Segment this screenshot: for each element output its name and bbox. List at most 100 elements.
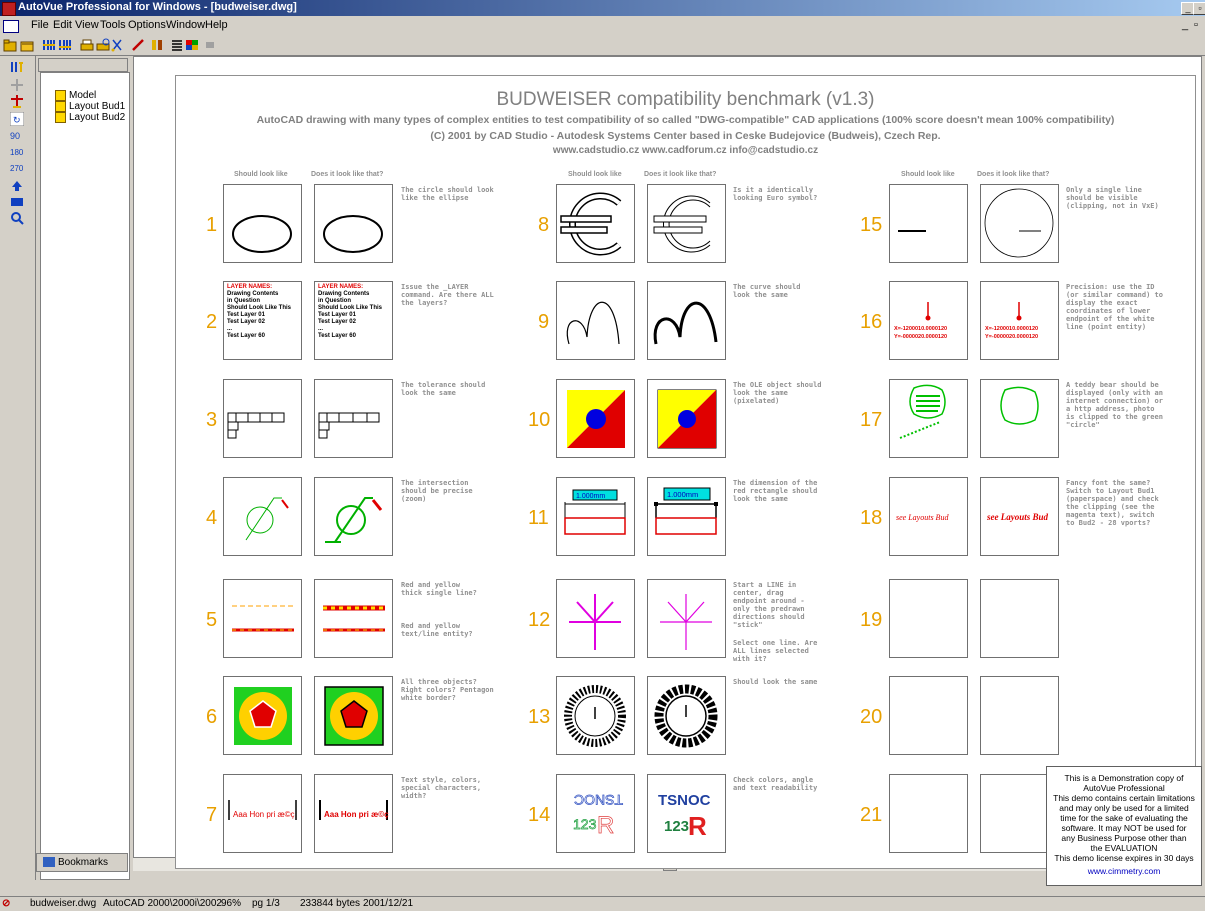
- status-file: budweiser.dwg: [30, 898, 97, 909]
- test-14-note: Check colors, angle and text readability: [733, 776, 818, 792]
- menu-window[interactable]: Window: [166, 19, 205, 31]
- demo-line: AutoVue Professional: [1083, 783, 1165, 793]
- menu-file[interactable]: File: [31, 19, 49, 31]
- tolerance-frame: [318, 412, 380, 439]
- menu-view[interactable]: View: [75, 19, 99, 31]
- coordinate-readout: X=-1200010.0000120 Y=-0000020.0000120: [894, 302, 947, 340]
- pan-disabled-icon[interactable]: [10, 78, 24, 92]
- demo-line: This demo contains certain limitations: [1053, 793, 1195, 803]
- gear-ring: [654, 684, 718, 748]
- svg-text:TSNOC: TSNOC: [574, 792, 623, 808]
- test-9-note: The curve should look the same: [733, 283, 801, 299]
- rotate-90-icon[interactable]: 90: [10, 128, 24, 142]
- radial-lines: [660, 594, 712, 650]
- zoom-icon[interactable]: [10, 211, 24, 225]
- status-format: AutoCAD 2000\2000i\2002: [103, 898, 222, 909]
- test-12-actual: [647, 579, 726, 658]
- test-3-expected: [223, 379, 302, 458]
- demo-link[interactable]: www.cimmetry.com: [1047, 866, 1201, 876]
- test-2-note: Issue the _LAYER command. Are there ALL …: [401, 283, 494, 307]
- test-15-expected: [889, 184, 968, 263]
- tree-item-label: Layout Bud2: [69, 112, 126, 124]
- new-file-icon[interactable]: [3, 38, 17, 52]
- demo-line: software. It may NOT be used for: [1061, 823, 1187, 833]
- markup-pen-icon[interactable]: [131, 38, 145, 52]
- compare-icon[interactable]: [42, 38, 56, 52]
- test-1-expected: [223, 184, 302, 263]
- rotate-180-icon[interactable]: 180: [10, 144, 24, 158]
- test-17-note: A teddy bear should be displayed (only w…: [1066, 381, 1163, 429]
- coordinate-readout: X=-1200010.0000120 Y=-0000020.0000120: [985, 302, 1038, 340]
- test-2-actual: LAYER NAMES: Drawing Contents in Question S…: [314, 281, 393, 360]
- test-5-actual: [314, 579, 393, 658]
- zoom-fit-icon[interactable]: [10, 60, 24, 74]
- bookmarks-tab[interactable]: Bookmarks: [36, 853, 128, 872]
- test-number: 21: [860, 804, 883, 826]
- tree-item-layout-bud1[interactable]: Layout Bud1: [55, 101, 125, 112]
- test-6-expected: [223, 676, 302, 755]
- col-header-should: Should look like: [901, 171, 955, 178]
- layout-icon: [55, 112, 66, 123]
- radial-lines: [569, 594, 621, 650]
- pentagon-figure: [324, 686, 384, 746]
- menu-options[interactable]: Options: [128, 19, 166, 31]
- print-preview-icon[interactable]: [96, 38, 110, 52]
- layers-icon[interactable]: [150, 38, 164, 52]
- test-15-note: Only a single line should be visible (cl…: [1066, 186, 1159, 210]
- fancy-font-text: see Layouts Bud: [896, 513, 949, 522]
- test-18-actual: see Layouts Bud: [980, 477, 1059, 556]
- zoom-window-icon[interactable]: [10, 195, 24, 209]
- test-number: 5: [206, 609, 218, 631]
- mdi-minimize-button[interactable]: _: [1182, 19, 1188, 31]
- document-icon[interactable]: [3, 20, 19, 33]
- clipped-circle: [984, 188, 1054, 258]
- test-7-actual: Aaa Hon pri æ©ç: [314, 774, 393, 853]
- mdi-restore-button[interactable]: ▫: [1194, 19, 1198, 31]
- tree-item-layout-bud2[interactable]: Layout Bud2: [55, 112, 125, 123]
- restore-button[interactable]: ▫: [1193, 2, 1205, 15]
- test-7-note: Text style, colors, special characters, …: [401, 776, 482, 800]
- overlay-icon[interactable]: [58, 38, 72, 52]
- test-12-expected: [556, 579, 635, 658]
- cut-icon[interactable]: [110, 38, 124, 52]
- svg-text:TSNOC: TSNOC: [658, 792, 711, 809]
- svg-text:180: 180: [10, 148, 24, 157]
- open-folder-icon[interactable]: [20, 38, 34, 52]
- test-5-expected: [223, 579, 302, 658]
- svg-text:R: R: [688, 811, 707, 841]
- test-14-expected: TSNOC 123 R: [556, 774, 635, 853]
- layout-icon: [55, 101, 66, 112]
- test-number: 7: [206, 804, 218, 826]
- disabled-tool-icon[interactable]: [203, 38, 217, 52]
- rotate-icon[interactable]: ↻: [10, 112, 24, 126]
- blocks-icon[interactable]: [170, 38, 184, 52]
- dimension-figure: 1.000mm: [654, 487, 718, 535]
- test-15-actual: [980, 184, 1059, 263]
- test-3-note: The tolerance should look the same: [401, 381, 486, 397]
- print-icon[interactable]: [80, 38, 94, 52]
- status-page: pg 1/3: [252, 898, 280, 909]
- test-11-actual: 1.000mm: [647, 477, 726, 556]
- svg-text:1.000mm: 1.000mm: [576, 493, 605, 500]
- test-10-note: The OLE object should look the same (pix…: [733, 381, 822, 405]
- menu-help[interactable]: Help: [205, 19, 228, 31]
- test-5-note-2: Red and yellow text/line entity?: [401, 622, 473, 638]
- svg-text:123: 123: [573, 816, 597, 832]
- test-14-actual: TSNOC 123 R: [647, 774, 726, 853]
- tree-item-model[interactable]: Model: [55, 90, 96, 101]
- rotate-270-icon[interactable]: 270: [10, 160, 24, 174]
- arrow-up-icon[interactable]: [10, 179, 24, 193]
- status-icon: ⊘: [2, 898, 11, 909]
- test-18-note: Fancy font the same? Switch to Layout Bu…: [1066, 479, 1159, 527]
- svg-text:Y=-0000020.0000120: Y=-0000020.0000120: [894, 334, 947, 340]
- menu-tools[interactable]: Tools: [100, 19, 126, 31]
- test-number: 10: [528, 409, 551, 431]
- test-13-expected: [556, 676, 635, 755]
- test-17-actual: [980, 379, 1059, 458]
- properties-icon[interactable]: [185, 38, 199, 52]
- svg-text:270: 270: [10, 164, 24, 173]
- menu-edit[interactable]: Edit: [53, 19, 72, 31]
- select-icon[interactable]: [10, 94, 24, 108]
- text-style-sample: Aaa Hon pri æ©ç: [228, 800, 297, 820]
- status-date: 2001/12/21: [363, 898, 414, 909]
